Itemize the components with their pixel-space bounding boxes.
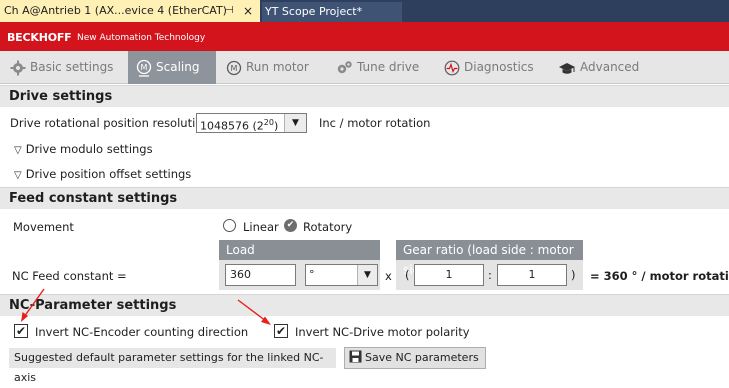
annotation-arrow-encoder (21, 288, 45, 322)
annotation-arrow-drive (237, 299, 271, 325)
annotation-arrows (21, 288, 271, 325)
